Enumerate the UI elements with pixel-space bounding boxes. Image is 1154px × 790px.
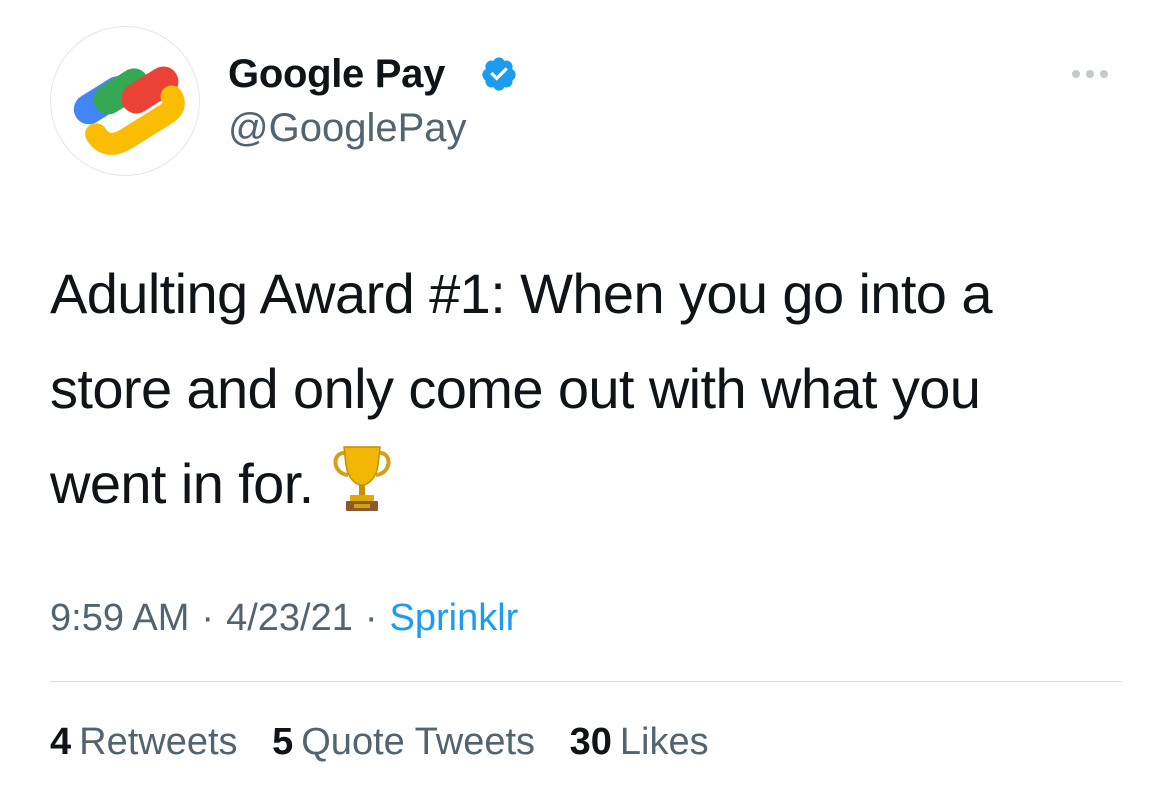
tweet-date[interactable]: 4/23/21 (226, 597, 353, 639)
tweet-stats: 4 Retweets 5 Quote Tweets 30 Likes (50, 718, 733, 766)
likes-stat[interactable]: 30 Likes (570, 718, 709, 766)
avatar[interactable] (50, 26, 200, 176)
retweets-stat[interactable]: 4 Retweets (50, 718, 238, 766)
user-handle[interactable]: @GooglePay (228, 104, 467, 152)
tweet-meta: 9:59 AM · 4/23/21 · Sprinklr (50, 594, 518, 642)
verified-badge-icon (482, 57, 516, 91)
likes-count: 30 (569, 721, 612, 763)
retweets-label: Retweets (79, 721, 238, 763)
quote-tweets-count: 5 (272, 721, 294, 763)
more-options-icon[interactable] (1066, 62, 1120, 86)
divider (50, 681, 1122, 682)
retweets-count: 4 (50, 721, 72, 763)
likes-label: Likes (619, 721, 709, 763)
quote-tweets-label: Quote Tweets (301, 721, 536, 763)
tweet-text-line-content: went in for. (50, 452, 314, 515)
tweet-text-line: store and only come out with what you (50, 357, 981, 420)
tweet-card: Google Pay @GooglePay Adulting Award #1:… (0, 0, 1154, 790)
tweet-time[interactable]: 9:59 AM (50, 597, 189, 639)
meta-separator: · (364, 597, 378, 639)
display-name[interactable]: Google Pay (228, 50, 445, 98)
google-pay-logo-icon (73, 66, 185, 155)
meta-separator: · (201, 597, 215, 639)
tweet-text-line-last: went in for. (50, 436, 1130, 531)
quote-tweets-stat[interactable]: 5 Quote Tweets (272, 718, 535, 766)
tweet-text-line: Adulting Award #1: When you go into a (50, 262, 992, 325)
trophy-icon (333, 446, 391, 511)
tweet-source-link[interactable]: Sprinklr (390, 597, 519, 639)
tweet-text: Adulting Award #1: When you go into a st… (50, 246, 1130, 531)
